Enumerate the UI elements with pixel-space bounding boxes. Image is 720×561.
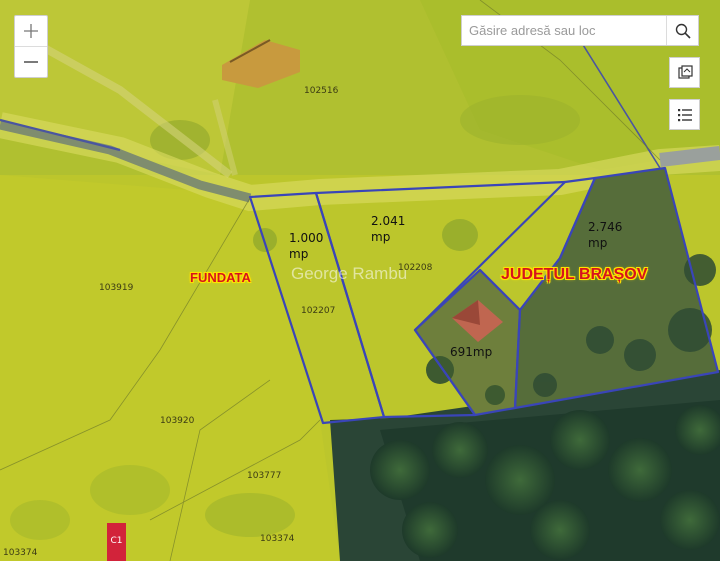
- map-layers-icon: [677, 64, 693, 79]
- parcel-id-label: 103374: [3, 548, 38, 558]
- area-value: 2.746: [588, 220, 623, 234]
- area-unit: mp: [289, 247, 309, 261]
- place-label-fundata: FUNDATA: [190, 270, 251, 285]
- marker-label: C1: [110, 536, 123, 546]
- parcel-area-label: 1.000 mp: [289, 230, 323, 262]
- plus-icon: [24, 24, 38, 38]
- parcel-id-label: 103920: [160, 416, 195, 426]
- zoom-control: [14, 15, 48, 78]
- search-button[interactable]: [666, 16, 698, 45]
- basemap-button[interactable]: [669, 57, 700, 88]
- area-value: 2.041: [371, 214, 406, 228]
- zoom-in-button[interactable]: [15, 16, 47, 46]
- parcel-id-label: 102516: [304, 86, 339, 96]
- map-marker[interactable]: C1: [107, 523, 126, 561]
- parcel-id-label: 102207: [301, 306, 336, 316]
- area-unit: mp: [371, 230, 391, 244]
- parcel-id-label: 103777: [247, 471, 282, 481]
- area-unit: mp: [588, 236, 608, 250]
- search-icon: [675, 23, 691, 39]
- parcel-area-label: 691mp: [450, 344, 492, 360]
- parcel-area-label: 2.746 mp: [588, 219, 622, 251]
- minus-icon: [24, 61, 38, 63]
- search-input[interactable]: [462, 16, 666, 45]
- parcel-id-label: 103919: [99, 283, 134, 293]
- area-value: 1.000: [289, 231, 324, 245]
- area-value: 691mp: [450, 345, 493, 359]
- parcel-area-label: 2.041 mp: [371, 213, 405, 245]
- legend-button[interactable]: [669, 99, 700, 130]
- list-icon: [677, 108, 692, 121]
- watermark: George Rambu: [291, 264, 408, 283]
- place-label-judet: JUDEȚUL BRAȘOV: [501, 266, 648, 283]
- parcel-id-label: 103374: [260, 534, 295, 544]
- zoom-out-button[interactable]: [15, 46, 47, 77]
- search-box: [461, 15, 699, 46]
